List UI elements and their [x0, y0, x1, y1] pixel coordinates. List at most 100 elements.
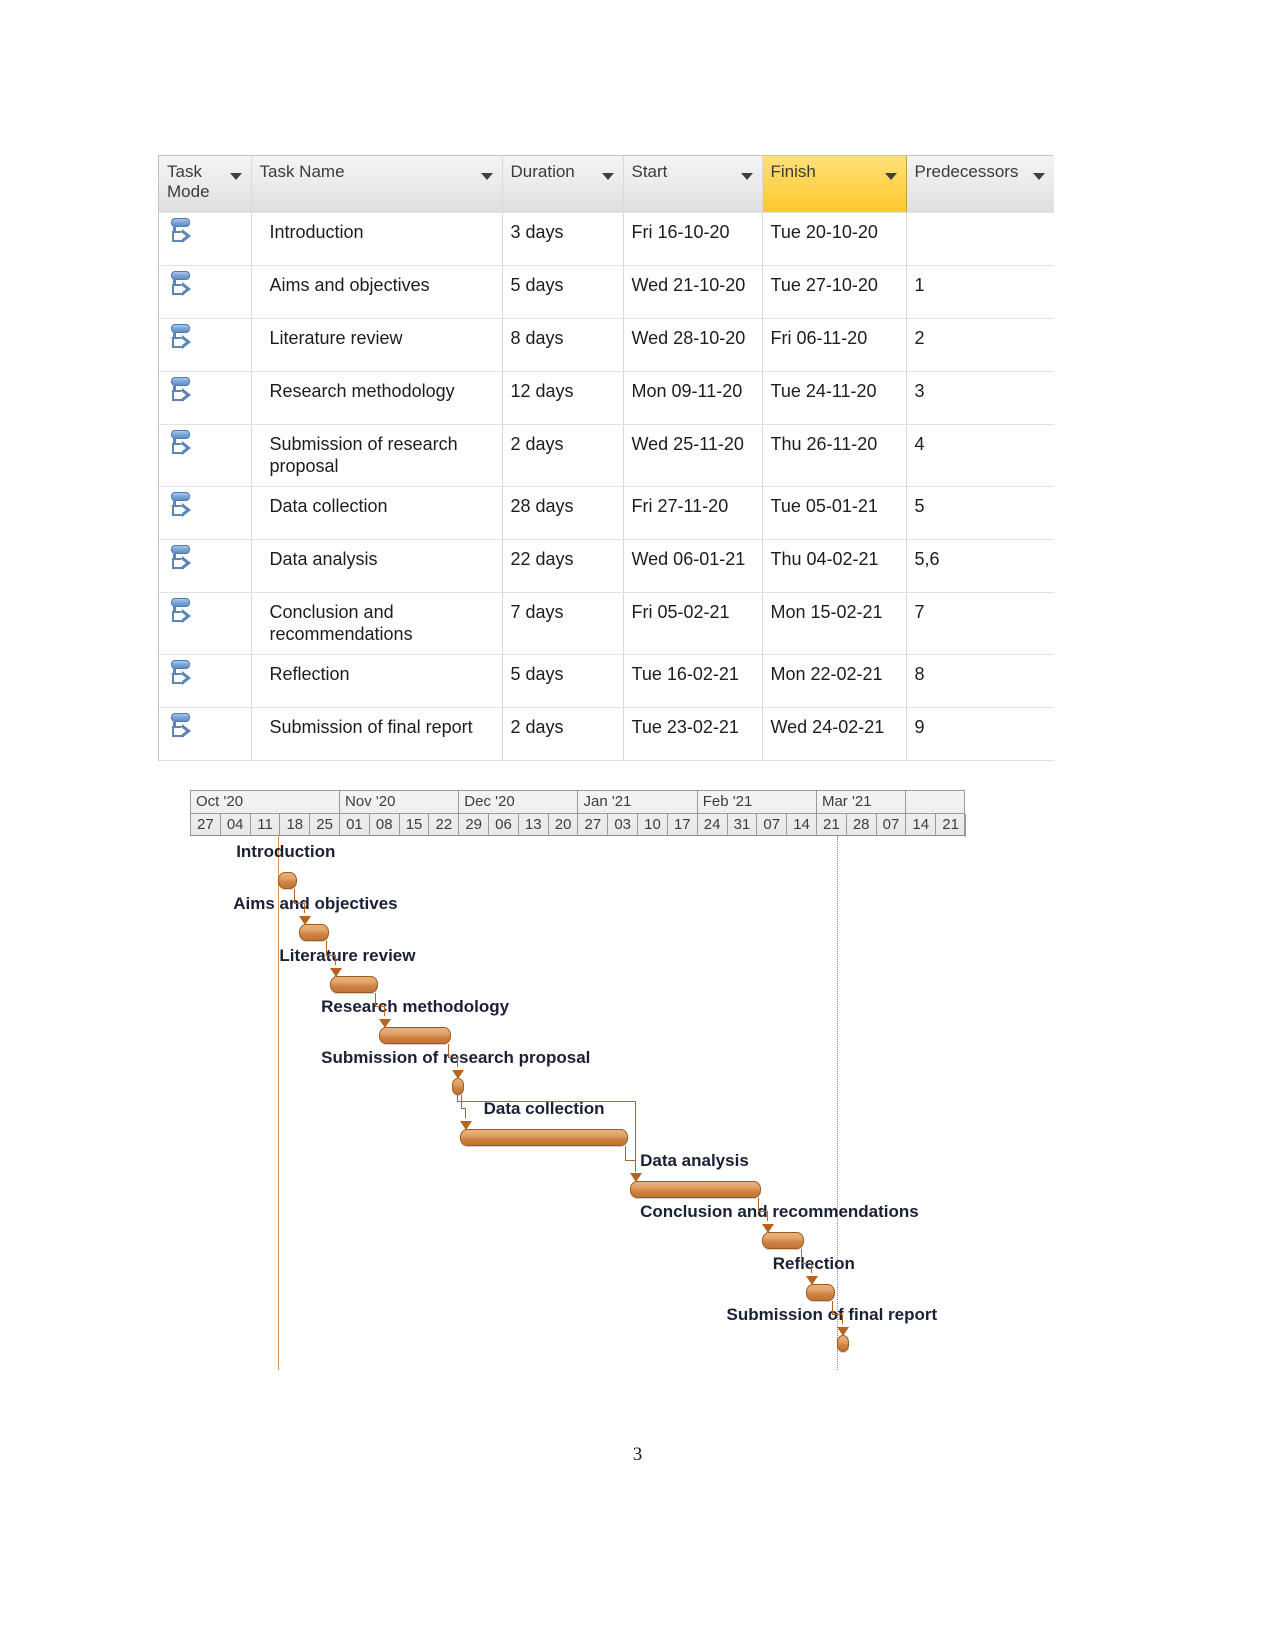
cell-finish[interactable]: Thu 04-02-21	[762, 539, 907, 593]
table-row[interactable]: Literature review 8 days Wed 28-10-20 Fri 0…	[159, 318, 1054, 372]
filter-caret-icon-predecessors[interactable]	[1033, 173, 1045, 180]
gantt-bar-label: Data analysis	[640, 1151, 749, 1170]
cell-duration[interactable]: 8 days	[502, 318, 624, 372]
cell-predecessors[interactable]: 9	[906, 707, 1054, 761]
cell-start[interactable]: Wed 21-10-20	[623, 265, 763, 319]
cell-finish[interactable]: Tue 05-01-21	[762, 486, 907, 540]
column-header-start[interactable]: Start	[623, 156, 763, 213]
gantt-bar-label: Literature review	[279, 946, 416, 965]
cell-finish[interactable]: Tue 20-10-20	[762, 212, 907, 266]
gantt-bar[interactable]	[762, 1232, 805, 1249]
dependency-link	[325, 955, 336, 956]
gantt-bar[interactable]	[452, 1078, 465, 1095]
cell-start[interactable]: Fri 16-10-20	[623, 212, 763, 266]
cell-name[interactable]: Submission of research proposal	[251, 424, 503, 487]
table-row[interactable]: Data analysis 22 days Wed 06-01-21 Thu 04-0…	[159, 539, 1054, 593]
cell-task-mode[interactable]	[159, 212, 252, 266]
cell-predecessors[interactable]: 3	[906, 371, 1054, 425]
cell-task-mode[interactable]	[159, 424, 252, 487]
cell-name[interactable]: Conclusion and recommendations	[251, 592, 503, 655]
cell-name[interactable]: Literature review	[251, 318, 503, 372]
gantt-bar[interactable]	[629, 1181, 761, 1198]
cell-finish[interactable]: Thu 26-11-20	[762, 424, 907, 487]
cell-duration[interactable]: 12 days	[502, 371, 624, 425]
cell-start[interactable]: Wed 25-11-20	[623, 424, 763, 487]
cell-start[interactable]: Mon 09-11-20	[623, 371, 763, 425]
column-header-finish[interactable]: Finish	[761, 156, 907, 213]
column-header-mode[interactable]: Task Mode	[159, 156, 252, 213]
cell-task-mode[interactable]	[159, 707, 252, 761]
dependency-link	[801, 1249, 803, 1263]
filter-caret-icon-name[interactable]	[480, 173, 493, 180]
cell-duration[interactable]: 22 days	[502, 539, 624, 593]
cell-finish[interactable]: Tue 27-10-20	[762, 265, 907, 319]
cell-start[interactable]: Tue 23-02-21	[623, 707, 763, 761]
cell-name[interactable]: Submission of final report	[251, 707, 503, 761]
column-header-name[interactable]: Task Name	[251, 156, 503, 213]
cell-start[interactable]: Tue 16-02-21	[623, 654, 763, 708]
cell-task-mode[interactable]	[159, 265, 252, 319]
filter-caret-icon-start[interactable]	[740, 173, 753, 180]
cell-predecessors[interactable]: 5	[906, 486, 1054, 540]
gantt-bar[interactable]	[379, 1027, 451, 1044]
cell-duration[interactable]: 28 days	[502, 486, 624, 540]
cell-task-mode[interactable]	[159, 592, 252, 655]
gantt-bar[interactable]	[459, 1129, 629, 1146]
cell-name[interactable]: Research methodology	[251, 371, 503, 425]
cell-name[interactable]: Aims and objectives	[251, 265, 503, 319]
cell-predecessors[interactable]: 8	[906, 654, 1054, 708]
cell-finish[interactable]: Mon 15-02-21	[762, 592, 907, 655]
cell-task-mode[interactable]	[159, 318, 252, 372]
cell-predecessors[interactable]: 2	[906, 318, 1054, 372]
filter-caret-icon-duration[interactable]	[601, 173, 614, 180]
cell-duration[interactable]: 2 days	[502, 424, 624, 487]
cell-predecessors[interactable]: 7	[906, 592, 1054, 655]
cell-start[interactable]: Fri 05-02-21	[623, 592, 763, 655]
cell-predecessors[interactable]: 5,6	[906, 539, 1054, 593]
cell-predecessors[interactable]: 1	[906, 265, 1054, 319]
cell-duration[interactable]: 3 days	[502, 212, 624, 266]
table-row[interactable]: Aims and objectives 5 days Wed 21-10-20 Tue…	[159, 265, 1054, 319]
cell-finish[interactable]: Fri 06-11-20	[762, 318, 907, 372]
filter-caret-icon-mode[interactable]	[229, 173, 242, 180]
gantt-bar[interactable]	[836, 1335, 849, 1352]
cell-task-mode[interactable]	[159, 486, 252, 540]
cell-finish[interactable]: Tue 24-11-20	[762, 371, 907, 425]
filter-caret-icon-finish[interactable]	[884, 173, 897, 180]
cell-start[interactable]: Wed 06-01-21	[623, 539, 763, 593]
table-row[interactable]: Data collection 28 days Fri 27-11-20 Tue 05…	[159, 486, 1054, 540]
cell-predecessors[interactable]	[906, 212, 1054, 266]
gantt-bar[interactable]	[277, 872, 298, 889]
cell-start[interactable]: Wed 28-10-20	[623, 318, 763, 372]
cell-name[interactable]: Introduction	[251, 212, 503, 266]
gantt-bar[interactable]	[805, 1284, 836, 1301]
gantt-bar[interactable]	[330, 976, 378, 993]
auto-schedule-icon	[169, 270, 193, 297]
gantt-timescale-header: Oct '20 Nov '20 Dec '20 Jan '21 Feb '21 Mar '…	[190, 790, 966, 837]
cell-finish[interactable]: Mon 22-02-21	[762, 654, 907, 708]
cell-predecessors[interactable]: 4	[906, 424, 1054, 487]
timescale-week-cell: 10	[638, 814, 668, 837]
cell-start[interactable]: Fri 27-11-20	[623, 486, 763, 540]
cell-task-mode[interactable]	[159, 654, 252, 708]
cell-duration[interactable]: 7 days	[502, 592, 624, 655]
cell-name[interactable]: Data collection	[251, 486, 503, 540]
column-header-predecessors[interactable]: Predecessors	[906, 156, 1054, 213]
cell-task-mode[interactable]	[159, 539, 252, 593]
cell-name[interactable]: Data analysis	[251, 539, 503, 593]
cell-finish[interactable]: Wed 24-02-21	[762, 707, 907, 761]
timescale-week-cell: 22	[429, 814, 460, 837]
table-row[interactable]: Introduction 3 days Fri 16-10-20 Tue 20-10-…	[159, 212, 1054, 266]
cell-duration[interactable]: 2 days	[502, 707, 624, 761]
table-row[interactable]: Reflection 5 days Tue 16-02-21 Mon 22-02-21…	[159, 654, 1054, 708]
gantt-bar[interactable]	[298, 924, 329, 941]
table-row[interactable]: Conclusion and recommendations 7 days Fri …	[159, 592, 1054, 655]
table-row[interactable]: Submission of research proposal 2 days Wed…	[159, 424, 1054, 487]
column-header-duration[interactable]: Duration	[502, 156, 624, 213]
cell-duration[interactable]: 5 days	[502, 265, 624, 319]
table-row[interactable]: Research methodology 12 days Mon 09-11-20 T…	[159, 371, 1054, 425]
table-row[interactable]: Submission of final report 2 days Tue 23-0…	[159, 707, 1054, 761]
cell-duration[interactable]: 5 days	[502, 654, 624, 708]
cell-name[interactable]: Reflection	[251, 654, 503, 708]
cell-task-mode[interactable]	[159, 371, 252, 425]
